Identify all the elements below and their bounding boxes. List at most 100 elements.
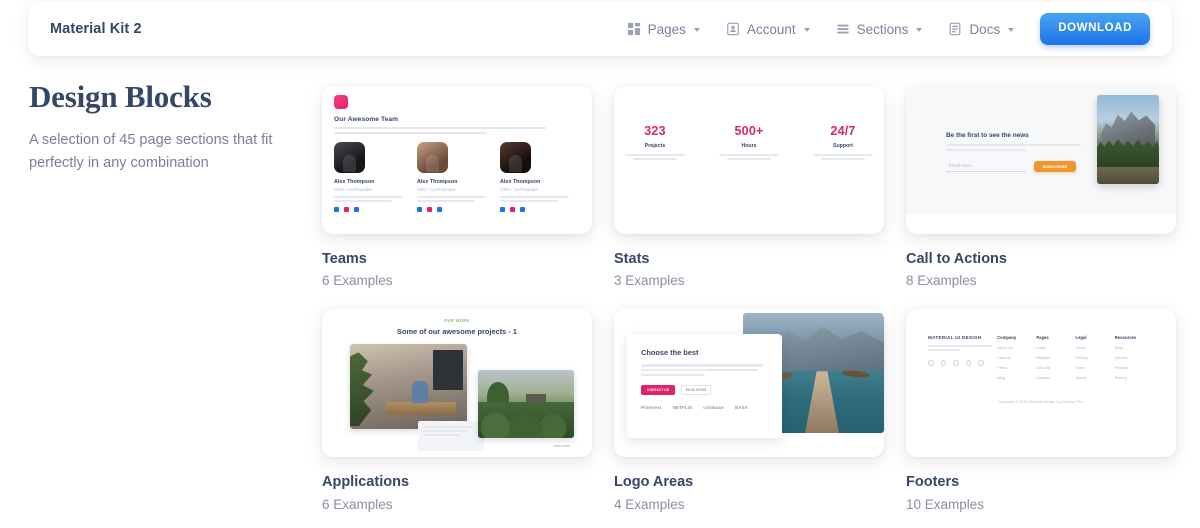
footer-link[interactable]: Blog: [1115, 345, 1154, 350]
stat-label: Hours: [741, 143, 757, 149]
nav-item-label: Pages: [647, 21, 686, 37]
twitter-icon: [500, 207, 505, 213]
footer-link[interactable]: Pricing: [1115, 375, 1154, 380]
block-count: 8 Examples: [906, 273, 977, 289]
design-blocks-grid: Our Awesome Team Alex Thompson CEO / Co-…: [322, 86, 1180, 512]
stats-row: 323 Projects 500+ Hours 24/7 Support: [614, 86, 884, 163]
member-name: Alex Thompson: [334, 179, 375, 186]
team-member: Alex Thompson CEO / Co-Founder: [500, 142, 572, 213]
stat-value: 323: [644, 124, 666, 138]
facebook-icon: [354, 207, 359, 213]
read-more-button[interactable]: READ MORE: [681, 385, 711, 396]
stat-label: Support: [833, 143, 853, 149]
footer-column-heading: Resources: [1114, 335, 1137, 341]
footer-brand: MATERIAL UI DESIGN: [928, 335, 982, 341]
contact-us-button[interactable]: CONTACT US: [641, 385, 675, 396]
brand-logo[interactable]: Material Kit 2: [50, 21, 142, 37]
footer-link[interactable]: Login: [1036, 345, 1075, 350]
footer-link[interactable]: About Us: [997, 345, 1036, 350]
chevron-down-icon: [803, 28, 810, 32]
thumbnail-call-to-actions[interactable]: Be the first to see the news Email Here.…: [906, 86, 1176, 234]
thumbnail-applications[interactable]: OUR WORK Some of our awesome projects - …: [322, 309, 592, 458]
footer-link[interactable]: Careers: [997, 355, 1036, 360]
cta-heading: Be the first to see the news: [946, 132, 1029, 139]
logo-nasa: NASA: [734, 405, 749, 411]
design-blocks-page: Material Kit 2 Pages Account Sections Do…: [0, 0, 1200, 528]
footer-link[interactable]: Blog: [997, 375, 1036, 380]
block-card-applications[interactable]: OUR WORK Some of our awesome projects - …: [322, 309, 592, 512]
instagram-icon: [953, 360, 959, 366]
chevron-down-icon: [1008, 28, 1015, 32]
logo-netflix: NETFLIX: [672, 405, 693, 411]
navbar: Material Kit 2 Pages Account Sections Do…: [28, 2, 1172, 56]
block-count: 6 Examples: [322, 496, 393, 512]
instagram-icon: [344, 207, 349, 213]
nav-item-sections[interactable]: Sections: [836, 22, 923, 37]
thumbnail-stats[interactable]: 323 Projects 500+ Hours 24/7 Support: [614, 86, 884, 234]
logo-coinbase: coinbase: [703, 405, 724, 411]
footer-link[interactable]: Add List: [1036, 365, 1075, 370]
nav-item-label: Sections: [856, 21, 909, 37]
footer-column: Resources Blog Service Product Pricing: [1115, 335, 1154, 380]
subscribe-button[interactable]: SUBSCRIBE: [1034, 160, 1076, 172]
block-card-footers[interactable]: MATERIAL UI DESIGN Company About Us Care…: [906, 309, 1176, 512]
footer-link[interactable]: Register: [1036, 355, 1075, 360]
member-role: CEO / Co-Founder: [417, 187, 456, 193]
logo-areas-text-card: Choose the best CONTACT US READ MORE Pin…: [627, 334, 782, 439]
block-title: Logo Areas: [614, 474, 694, 491]
logo-strip: Pinterest NETFLIX coinbase NASA: [641, 405, 768, 410]
footer-link[interactable]: Contact: [1036, 375, 1075, 380]
block-card-logo-areas[interactable]: Choose the best CONTACT US READ MORE Pin…: [614, 309, 884, 512]
footer-link[interactable]: Product: [1115, 365, 1154, 370]
logo-areas-heading: Choose the best: [641, 348, 699, 358]
footer-brand-column: MATERIAL UI DESIGN: [928, 335, 997, 380]
email-input[interactable]: Email Here...: [946, 161, 1026, 172]
stat-item: 500+ Hours: [719, 124, 779, 163]
list-icon: [836, 22, 850, 36]
footer-link[interactable]: About: [1076, 375, 1115, 380]
footer-link[interactable]: Service: [1115, 355, 1154, 360]
social-links: [417, 207, 489, 213]
block-card-stats[interactable]: 323 Projects 500+ Hours 24/7 Support Sta…: [614, 86, 884, 288]
footer-link[interactable]: Press: [997, 365, 1036, 370]
block-card-call-to-actions[interactable]: Be the first to see the news Email Here.…: [906, 86, 1176, 288]
office-photo: [350, 344, 467, 430]
footer-column: Company About Us Careers Press Blog: [997, 335, 1036, 380]
member-role: CEO / Co-Founder: [334, 187, 373, 193]
nav-item-docs[interactable]: Docs: [948, 22, 1015, 37]
thumbnail-logo-areas[interactable]: Choose the best CONTACT US READ MORE Pin…: [614, 309, 884, 458]
footer-link[interactable]: Terms: [1076, 345, 1115, 350]
chevron-down-icon: [916, 28, 923, 32]
team-member: Alex Thompson CEO / Co-Founder: [334, 142, 406, 213]
read-more-link[interactable]: read more: [554, 444, 570, 448]
twitter-icon: [417, 207, 422, 213]
grid-icon: [627, 22, 641, 36]
member-name: Alex Thompson: [500, 179, 541, 186]
thumbnail-teams[interactable]: Our Awesome Team Alex Thompson CEO / Co-…: [322, 86, 592, 234]
book-icon: [948, 22, 962, 36]
thumbnail-footers[interactable]: MATERIAL UI DESIGN Company About Us Care…: [906, 309, 1176, 458]
github-icon: [978, 360, 984, 366]
footer-column: Legal Terms Privacy Team About: [1076, 335, 1115, 380]
nav-item-account[interactable]: Account: [726, 22, 810, 37]
facebook-icon: [520, 207, 525, 213]
footer-link[interactable]: Team: [1076, 365, 1115, 370]
facebook-icon: [437, 207, 442, 213]
block-card-teams[interactable]: Our Awesome Team Alex Thompson CEO / Co-…: [322, 86, 592, 288]
twitter-icon: [940, 360, 946, 366]
footers-preview: MATERIAL UI DESIGN Company About Us Care…: [906, 309, 1176, 457]
block-count: 3 Examples: [614, 273, 685, 289]
stat-item: 323 Projects: [625, 124, 685, 163]
footer-link[interactable]: Privacy: [1076, 355, 1115, 360]
download-button[interactable]: DOWNLOAD: [1040, 13, 1150, 45]
footer-social-links: [928, 360, 997, 366]
block-count: 6 Examples: [322, 273, 393, 289]
teams-preview: Our Awesome Team Alex Thompson CEO / Co-…: [322, 86, 592, 234]
applications-eyebrow: OUR WORK: [443, 318, 471, 324]
social-links: [334, 207, 406, 213]
pinterest-icon: [965, 360, 971, 366]
logo-areas-preview: Choose the best CONTACT US READ MORE Pin…: [614, 309, 884, 457]
footer-copyright: Copyright © 2021 Material Design by Crea…: [998, 400, 1084, 405]
dribbble-icon: [928, 360, 934, 366]
nav-item-pages[interactable]: Pages: [627, 22, 700, 37]
